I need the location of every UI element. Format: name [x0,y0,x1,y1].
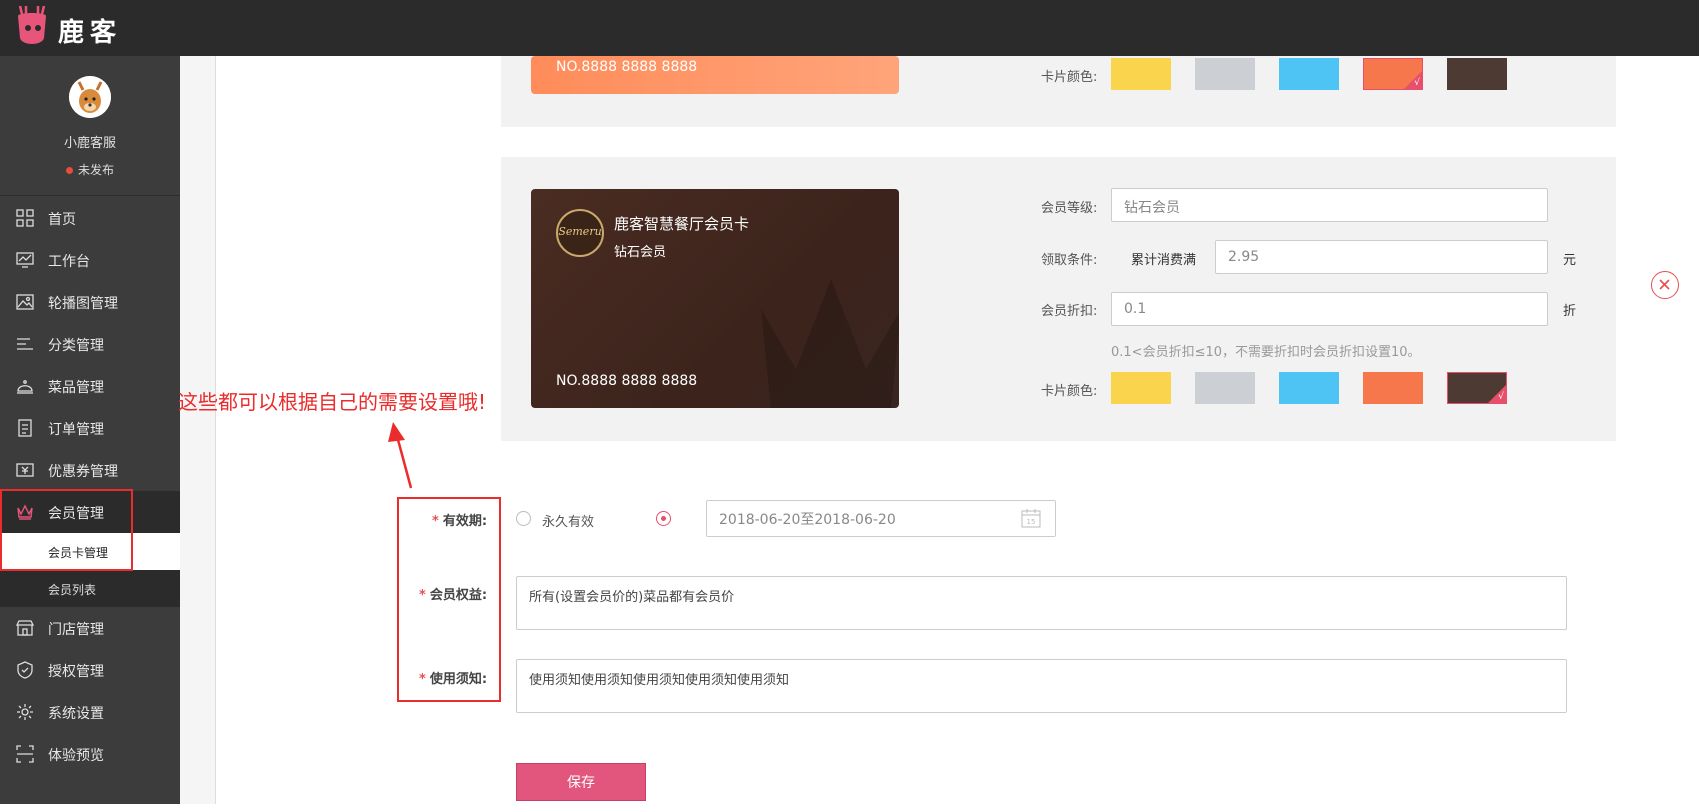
swatch-yellow[interactable] [1111,372,1171,404]
sidebar-item-label: 订单管理 [48,422,104,438]
sidebar-item-label: 优惠券管理 [48,464,118,480]
coupon-icon [16,461,34,479]
discount-unit: 折 [1563,304,1577,319]
card-color-label: 卡片颜色: [1041,384,1098,399]
notice-textarea[interactable]: 使用须知使用须知使用须知使用须知使用须知 [516,659,1567,713]
discount-hint: 0.1<会员折扣≤10，不需要折扣时会员折扣设置10。 [1111,345,1421,360]
discount-label: 会员折扣: [1041,304,1098,319]
annotation-box-fields [397,497,501,702]
card-color-label: 卡片颜色: [1041,70,1098,85]
content-gutter [180,56,216,804]
sidebar-item-stores[interactable]: 门店管理 [0,607,180,649]
save-button[interactable]: 保存 [516,763,646,801]
discount-input[interactable]: 0.1 [1111,292,1548,326]
member-card-preview-orange: NO.8888 8888 8888 [531,56,899,94]
swatch-orange-selected[interactable]: √ [1363,58,1423,90]
sidebar-item-preview[interactable]: 体验预览 [0,733,180,775]
sidebar-item-label: 系统设置 [48,706,104,722]
sidebar-item-auth[interactable]: 授权管理 [0,649,180,691]
sidebar-item-label: 体验预览 [48,748,104,764]
top-bar: 鹿客 [0,0,1699,56]
radio-permanent[interactable] [516,511,531,526]
member-card-preview-brown: Semeru 鹿客智慧餐厅会员卡 钻石会员 NO.8888 8888 8888 [531,189,899,408]
swatch-gray[interactable] [1195,58,1255,90]
gear-icon [16,703,34,721]
document-icon [16,419,34,437]
radio-date-range[interactable] [656,511,671,526]
annotation-box-sidebar [0,489,133,571]
sidebar-item-coupons[interactable]: 优惠券管理 [0,449,180,491]
sidebar-item-home[interactable]: 首页 [0,197,180,239]
swatch-yellow[interactable] [1111,58,1171,90]
cloche-icon [16,377,34,395]
status-text: 未发布 [77,163,114,177]
profile-name: 小鹿客服 [63,136,116,151]
shield-icon [16,661,34,679]
sidebar-item-label: 工作台 [48,254,90,270]
calendar-icon[interactable]: 15 [1021,508,1041,528]
svg-text:15: 15 [1027,518,1036,526]
sidebar-item-orders[interactable]: 订单管理 [0,407,180,449]
brand-name: 鹿客 [58,18,123,48]
shop-logo: Semeru [556,209,604,257]
level-label: 会员等级: [1041,201,1098,216]
avatar[interactable] [69,76,111,118]
benefits-textarea[interactable]: 所有(设置会员价的)菜品都有会员价 [516,576,1567,630]
sidebar-subitem-member-list[interactable]: 会员列表 [0,570,180,607]
swatch-brown-selected[interactable]: √ [1447,372,1507,404]
scan-icon [16,745,34,763]
radio-permanent-label: 永久有效 [542,515,595,530]
status-dot-icon [65,167,73,174]
condition-label: 领取条件: [1041,253,1098,268]
sidebar-item-label: 菜品管理 [48,380,104,396]
sidebar-item-dishes[interactable]: 菜品管理 [0,365,180,407]
sidebar-item-label: 授权管理 [48,664,104,680]
sidebar-item-banner[interactable]: 轮播图管理 [0,281,180,323]
swatch-orange[interactable] [1363,372,1423,404]
sidebar-item-settings[interactable]: 系统设置 [0,691,180,733]
condition-type: 累计消费满 [1131,253,1197,268]
swatch-gray[interactable] [1195,372,1255,404]
sidebar-subitem-label: 会员列表 [48,583,97,597]
sidebar-item-label: 分类管理 [48,338,104,354]
level-input[interactable]: 钻石会员 [1111,188,1548,222]
swatch-blue[interactable] [1279,372,1339,404]
remove-card-close-icon[interactable] [1651,271,1679,299]
date-range-input[interactable]: 2018-06-20至2018-06-20 15 [706,500,1056,537]
deer-logo-icon [12,4,52,48]
annotation-arrow-icon [388,422,413,489]
swatch-blue[interactable] [1279,58,1339,90]
publish-status: 未发布 [0,161,180,178]
condition-unit: 元 [1563,253,1577,268]
sidebar: 小鹿客服 未发布 首页 工作台 轮播图管理 分类管理 菜品管理 订单管理 优惠券… [0,56,180,804]
store-icon [15,619,35,637]
sidebar-item-label: 首页 [48,212,76,228]
card-level: 钻石会员 [614,245,667,260]
condition-input[interactable]: 2.95 [1215,240,1548,274]
swatch-brown[interactable] [1447,58,1507,90]
annotation-text: 这些都可以根据自己的需要设置哦! [178,390,487,414]
grid-icon [16,209,34,227]
card-number: NO.8888 8888 8888 [556,373,698,389]
profile-panel: 小鹿客服 未发布 [0,56,180,196]
card-shop-name: 鹿客智慧餐厅会员卡 [614,215,750,233]
sidebar-item-workbench[interactable]: 工作台 [0,239,180,281]
sidebar-item-label: 轮播图管理 [48,296,118,312]
monitor-chart-icon [16,251,34,269]
card-number: NO.8888 8888 8888 [556,59,698,75]
list-icon [16,335,34,353]
crown-watermark-icon [761,279,899,408]
sidebar-item-label: 门店管理 [48,622,104,638]
sidebar-item-category[interactable]: 分类管理 [0,323,180,365]
image-icon [16,293,34,311]
